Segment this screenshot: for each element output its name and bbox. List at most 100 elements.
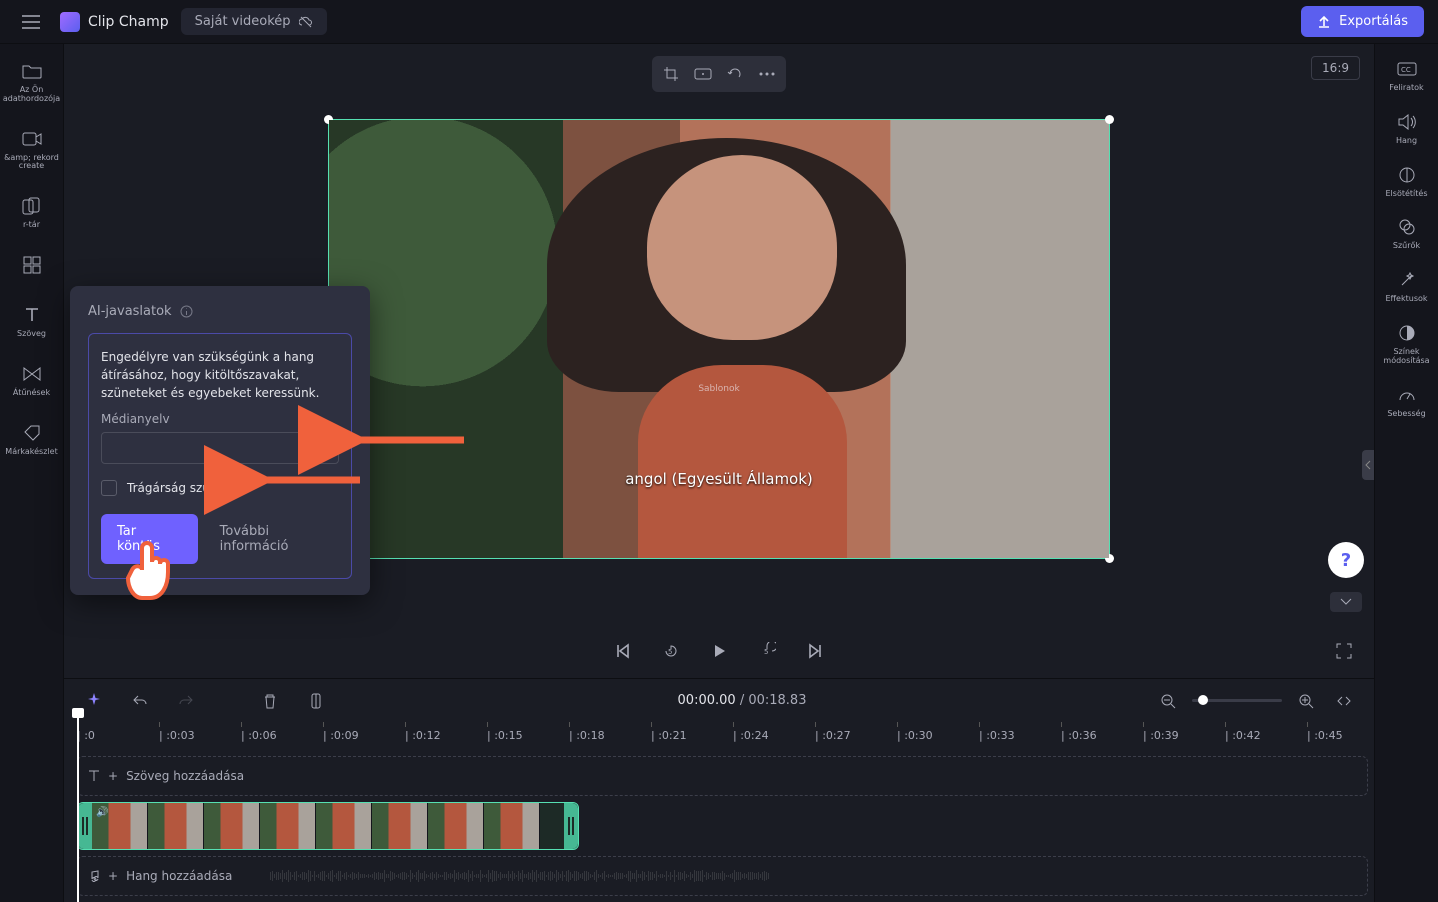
ai-sparkle-button[interactable] — [80, 687, 108, 715]
text-track-placeholder: Szöveg hozzáadása — [126, 769, 244, 783]
panel-item-colors[interactable]: Színek módosítása — [1379, 322, 1435, 366]
undo-button[interactable] — [126, 687, 154, 715]
fade-icon — [1396, 164, 1418, 186]
media-language-label: Médianyelv — [101, 412, 339, 426]
text-icon — [88, 770, 100, 782]
sidebar-label: Szöveg — [17, 330, 46, 339]
popup-title: AI-javaslatok — [88, 304, 172, 319]
filters-icon — [1396, 216, 1418, 238]
clip-trim-right[interactable] — [564, 803, 578, 849]
help-collapse-button[interactable] — [1330, 592, 1362, 612]
play-button[interactable] — [705, 637, 733, 665]
sidebar-item-text[interactable]: Szöveg — [4, 298, 60, 345]
audio-track-placeholder: Hang hozzáadása — [126, 869, 232, 883]
project-title: Saját videokép — [195, 14, 291, 29]
profanity-filter-label: Trágárság szűrése — [127, 481, 236, 495]
volume-icon: 🔊 — [96, 807, 108, 818]
annotation-arrow-2 — [252, 465, 362, 495]
grid-icon — [21, 254, 43, 276]
audio-track[interactable]: + Hang hozzáadása — [77, 856, 1368, 896]
app-brand: Clip Champ — [60, 12, 169, 32]
sidebar-item-record[interactable]: &amp; rekord create — [4, 122, 60, 178]
fit-button[interactable] — [688, 60, 718, 88]
video-track-clip[interactable]: 🔊 — [77, 802, 579, 850]
profanity-filter-checkbox[interactable] — [101, 480, 117, 496]
zoom-slider[interactable] — [1192, 699, 1282, 702]
playhead[interactable] — [77, 714, 79, 902]
ai-suggestions-popup: AI-javaslatok Engedélyre van szükségünk … — [70, 286, 370, 595]
aspect-ratio-button[interactable]: 16:9 — [1311, 56, 1360, 80]
sidebar-item-brandkit[interactable]: Márkakészlet — [4, 416, 60, 463]
plus-icon: + — [108, 869, 118, 883]
timeline-tracks: + Szöveg hozzáadása 🔊 + Hang hozzáadása — [64, 750, 1374, 902]
zoom-out-button[interactable] — [1154, 687, 1182, 715]
more-info-link[interactable]: További információ — [220, 524, 339, 554]
ruler-tick: | :0:15 — [487, 722, 523, 742]
clip-trim-left[interactable] — [78, 803, 92, 849]
annotation-arrow-1 — [346, 425, 466, 455]
speaker-icon — [1396, 111, 1418, 133]
sidebar-item-library[interactable]: r-tár — [4, 189, 60, 236]
overlay-small-text: Sablonok — [698, 384, 739, 394]
text-icon — [21, 304, 43, 326]
panel-item-captions[interactable]: CC Feliratok — [1379, 58, 1435, 93]
more-button[interactable] — [752, 60, 782, 88]
library-icon — [21, 195, 43, 217]
timeline-ruler[interactable]: | :0| :0:03| :0:06| :0:09| :0:12| :0:15|… — [77, 722, 1374, 750]
zoom-in-button[interactable] — [1292, 687, 1320, 715]
sidebar-item-transitions[interactable]: Átűnések — [4, 357, 60, 404]
panel-item-speed[interactable]: Sebesség — [1379, 384, 1435, 419]
video-canvas[interactable]: Sablonok angol (Egyesült Államok) — [328, 119, 1110, 559]
ruler-tick: | :0:27 — [815, 722, 851, 742]
contrast-icon — [1396, 322, 1418, 344]
ruler-tick: | :0 — [77, 722, 95, 742]
upload-icon — [1317, 15, 1331, 29]
folder-icon — [21, 60, 43, 82]
zoom-fit-button[interactable] — [1330, 687, 1358, 715]
forward-5-button[interactable]: 5 — [753, 637, 781, 665]
panel-item-audio[interactable]: Hang — [1379, 111, 1435, 146]
panel-item-effects[interactable]: Effektusok — [1379, 269, 1435, 304]
ruler-tick: | :0:12 — [405, 722, 441, 742]
media-language-select[interactable] — [101, 432, 339, 464]
popup-body: Engedélyre van szükségünk a hang átírásá… — [101, 348, 339, 402]
redo-button[interactable] — [172, 687, 200, 715]
preview-toolbar — [652, 56, 786, 92]
panel-item-filters[interactable]: Szűrők — [1379, 216, 1435, 251]
ruler-tick: | :0:21 — [651, 722, 687, 742]
svg-text:5: 5 — [668, 648, 672, 656]
video-frame — [329, 120, 1109, 558]
rewind-5-button[interactable]: 5 — [657, 637, 685, 665]
skip-start-button[interactable] — [609, 637, 637, 665]
transitions-icon — [21, 363, 43, 385]
project-title-chip[interactable]: Saját videokép — [181, 8, 327, 35]
sidebar-label: Az Ön adathordozója — [3, 86, 60, 104]
sidebar-item-media[interactable]: Az Ön adathordozója — [4, 54, 60, 110]
export-label: Exportálás — [1339, 14, 1408, 29]
timeline-time: 00:00.00 / 00:18.83 — [348, 693, 1136, 708]
plus-icon: + — [108, 769, 118, 783]
fullscreen-button[interactable] — [1330, 637, 1358, 665]
text-track[interactable]: + Szöveg hozzáadása — [77, 756, 1368, 796]
split-button[interactable] — [302, 687, 330, 715]
skip-end-button[interactable] — [801, 637, 829, 665]
export-button[interactable]: Exportálás — [1301, 6, 1424, 37]
annotation-cursor-icon — [120, 534, 182, 606]
panel-item-fade[interactable]: Elsötétítés — [1379, 164, 1435, 199]
cloud-off-icon — [299, 15, 313, 29]
tag-icon — [21, 422, 43, 444]
crop-button[interactable] — [656, 60, 686, 88]
time-total: 00:18.83 — [748, 693, 806, 708]
music-icon — [88, 870, 100, 882]
sidebar-item-templates[interactable] — [4, 248, 60, 286]
delete-button[interactable] — [256, 687, 284, 715]
svg-text:CC: CC — [1401, 66, 1411, 74]
ruler-tick: | :0:18 — [569, 722, 605, 742]
captions-icon: CC — [1396, 58, 1418, 80]
rotate-button[interactable] — [720, 60, 750, 88]
right-panel-collapse[interactable] — [1362, 450, 1374, 480]
hamburger-menu-button[interactable] — [14, 5, 48, 39]
help-button[interactable]: ? — [1328, 542, 1364, 578]
chevron-down-icon — [316, 444, 328, 452]
info-icon[interactable] — [180, 305, 193, 318]
